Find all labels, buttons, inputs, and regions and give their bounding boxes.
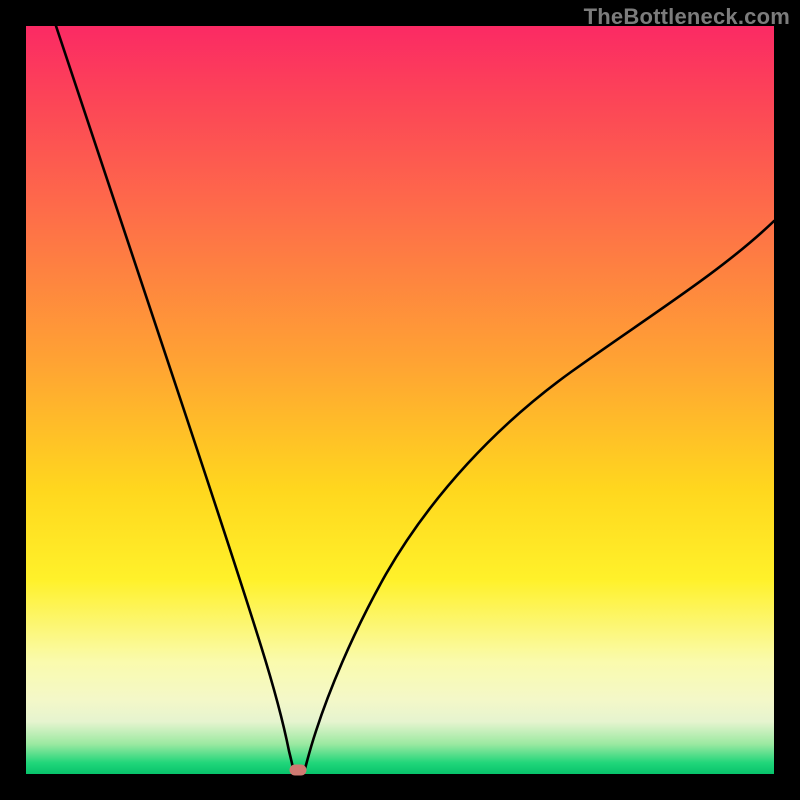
optimum-marker	[290, 765, 307, 776]
bottleneck-curve	[26, 26, 774, 774]
curve-right-branch	[304, 221, 774, 772]
curve-left-branch	[56, 26, 294, 772]
plot-area	[26, 26, 774, 774]
chart-frame: TheBottleneck.com	[0, 0, 800, 800]
watermark-text: TheBottleneck.com	[584, 4, 790, 30]
